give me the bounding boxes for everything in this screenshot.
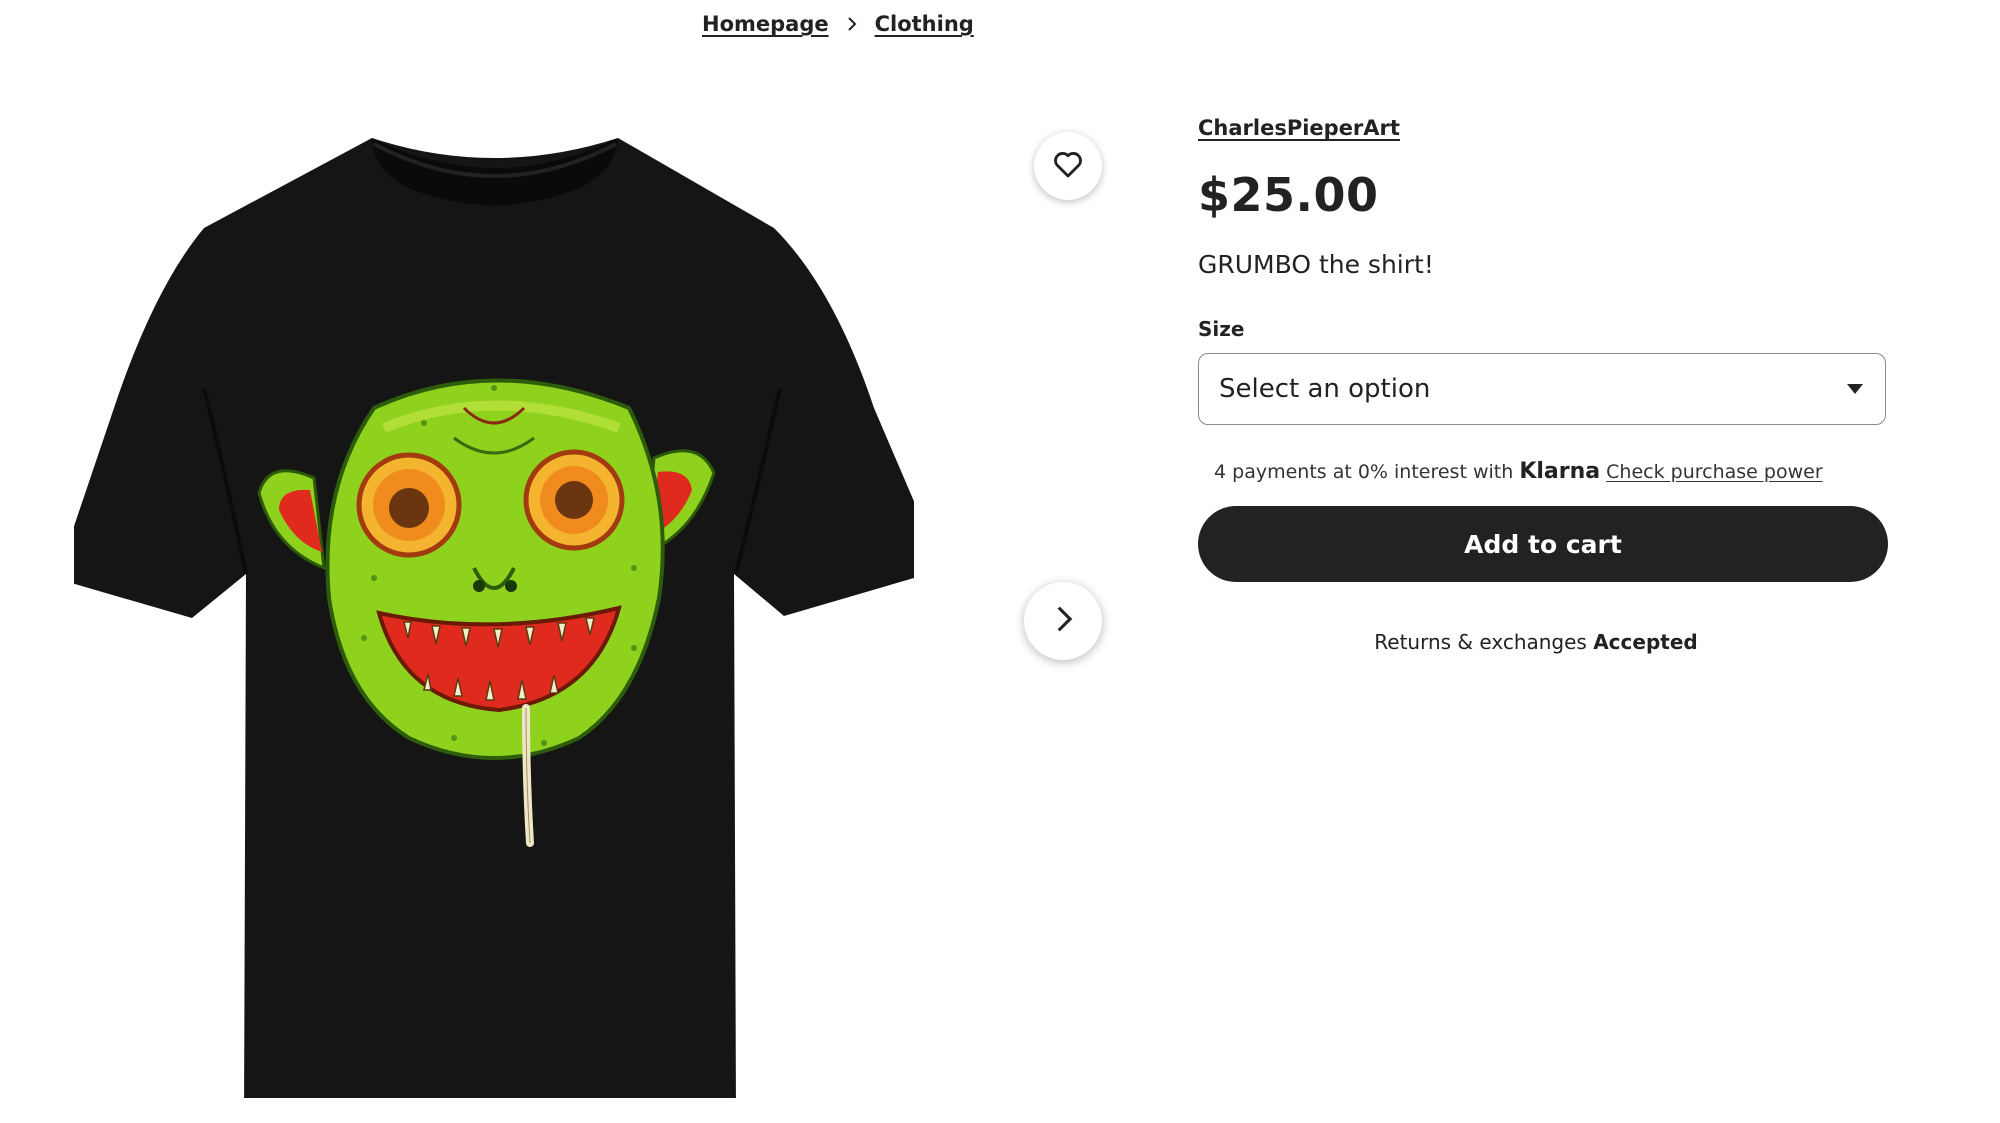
product-page: Homepage Clothing CharlesPieperArt $25.0… [0,0,2000,1123]
klarna-text: 4 payments at 0% interest with [1214,461,1514,483]
image-gallery [40,120,1120,1120]
shop-name-link[interactable]: CharlesPieperArt [1198,116,1400,140]
breadcrumb-clothing[interactable]: Clothing [875,12,974,36]
heart-icon [1051,147,1085,185]
returns-text: Returns & exchanges [1374,630,1587,654]
breadcrumb: Homepage Clothing [702,12,974,36]
klarna-logo: Klarna [1519,459,1601,484]
listing-details: CharlesPieperArt $25.00 GRUMBO the shirt… [1198,110,1890,654]
size-label: Size [1198,317,1245,341]
returns-status: Accepted [1593,630,1698,654]
next-image-button[interactable] [1024,582,1102,660]
add-to-cart-button[interactable]: Add to cart [1198,506,1888,582]
caret-down-icon [1847,384,1863,394]
breadcrumb-homepage[interactable]: Homepage [702,12,829,36]
listing-title: GRUMBO the shirt! [1198,250,1434,279]
check-purchase-power-link[interactable]: Check purchase power [1606,461,1822,483]
size-select-value: Select an option [1219,374,1431,404]
chevron-right-icon [1046,602,1080,640]
chevron-right-icon [841,13,863,35]
product-image[interactable] [54,138,934,1118]
size-select[interactable]: Select an option [1198,353,1886,425]
price: $25.00 [1198,168,1379,222]
klarna-info: 4 payments at 0% interest with Klarna Ch… [1198,459,1890,484]
favorite-button[interactable] [1034,132,1102,200]
returns-info: Returns & exchanges Accepted [1198,630,1874,654]
